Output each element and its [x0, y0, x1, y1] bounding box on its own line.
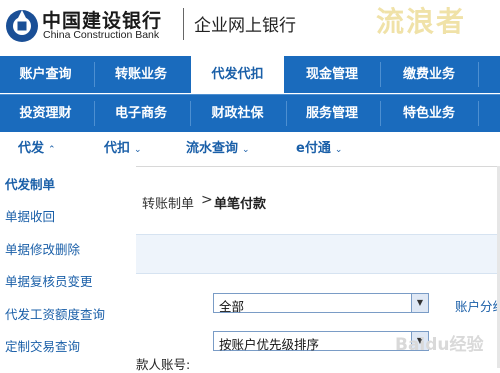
section-band	[136, 234, 500, 274]
product-title: 企业网上银行	[194, 16, 296, 36]
nav-tab-special[interactable]: 特色业务	[383, 95, 475, 132]
sidebar-item-salary-quota[interactable]: 代发工资额度查询	[5, 304, 105, 323]
nav-divider	[478, 62, 479, 87]
chevron-down-icon: ⌄	[242, 145, 250, 155]
subnav-payroll-label: 代发	[18, 141, 45, 156]
account-scope-value: 全部	[219, 299, 245, 314]
nav-tab-payment[interactable]: 缴费业务	[383, 56, 475, 93]
nav-divider	[94, 62, 95, 87]
sidebar-item-modify-delete[interactable]: 单据修改删除	[5, 239, 80, 258]
account-group-link[interactable]: 账户分组	[455, 296, 500, 315]
subnav-flow-query-label: 流水查询	[186, 141, 239, 156]
nav-divider	[286, 101, 287, 126]
breadcrumb-separator: >	[201, 192, 213, 208]
header: 中国建设银行 China Construction Bank 企业网上银行 流浪…	[0, 0, 500, 56]
main-nav-row1: 账户查询 转账业务 代发代扣 现金管理 缴费业务	[0, 56, 500, 93]
nav-tab-investment[interactable]: 投资理财	[0, 95, 91, 132]
sidebar-item-reviewer-change[interactable]: 单据复核员变更	[5, 271, 93, 290]
nav-tab-ecommerce[interactable]: 电子商务	[96, 95, 186, 132]
chevron-down-icon: ⌄	[334, 145, 343, 155]
subnav-debit[interactable]: 代扣 ⌄	[104, 132, 142, 165]
brand-name-en: China Construction Bank	[43, 29, 160, 41]
nav-tab-payroll[interactable]: 代发代扣	[191, 56, 284, 93]
dropdown-arrow-icon: ▼	[411, 294, 428, 312]
chevron-down-icon: ⌄	[134, 145, 142, 155]
sidebar-item-custom-query[interactable]: 定制交易查询	[5, 336, 80, 355]
subnav-efutong[interactable]: e付通 ⌄	[296, 132, 342, 165]
sort-order-value: 按账户优先级排序	[219, 337, 320, 352]
chevron-up-icon: ⌃	[48, 145, 56, 155]
nav-tab-account-query[interactable]: 账户查询	[0, 56, 91, 93]
subnav-debit-label: 代扣	[104, 141, 131, 156]
nav-divider	[94, 101, 95, 126]
account-scope-select[interactable]: 全部 ▼	[213, 293, 429, 314]
nav-divider	[380, 62, 381, 87]
watermark-text: 流浪者	[376, 5, 467, 38]
nav-tab-service-management[interactable]: 服务管理	[288, 95, 376, 132]
ccb-logo-icon	[6, 10, 38, 42]
main-nav-row2: 投资理财 电子商务 财政社保 服务管理 特色业务	[0, 94, 500, 132]
breadcrumb: 转账制单 > 单笔付款	[136, 166, 500, 233]
sub-nav: 代发 ⌃ 代扣 ⌄ 流水查询 ⌄ e付通 ⌄	[0, 132, 500, 165]
footer-watermark: Baidu经验	[395, 335, 484, 355]
breadcrumb-current: 单笔付款	[214, 197, 267, 212]
nav-tab-transfer[interactable]: 转账业务	[96, 56, 186, 93]
nav-tab-fiscal-social[interactable]: 财政社保	[191, 95, 284, 132]
subnav-efutong-label: e付通	[296, 141, 331, 156]
nav-divider	[380, 101, 381, 126]
subnav-payroll[interactable]: 代发 ⌃	[18, 132, 56, 165]
sidebar-item-payroll-create[interactable]: 代发制单	[5, 174, 55, 193]
payee-account-label: 款人账号:	[136, 357, 191, 372]
header-divider	[183, 8, 184, 40]
nav-divider	[478, 101, 479, 126]
nav-tab-cash-management[interactable]: 现金管理	[288, 56, 376, 93]
sidebar: 代发制单 单据收回 单据修改删除 单据复核员变更 代发工资额度查询 定制交易查询	[0, 166, 135, 368]
sidebar-item-recall[interactable]: 单据收回	[5, 206, 55, 225]
subnav-flow-query[interactable]: 流水查询 ⌄	[186, 132, 250, 165]
breadcrumb-parent[interactable]: 转账制单	[142, 193, 194, 212]
